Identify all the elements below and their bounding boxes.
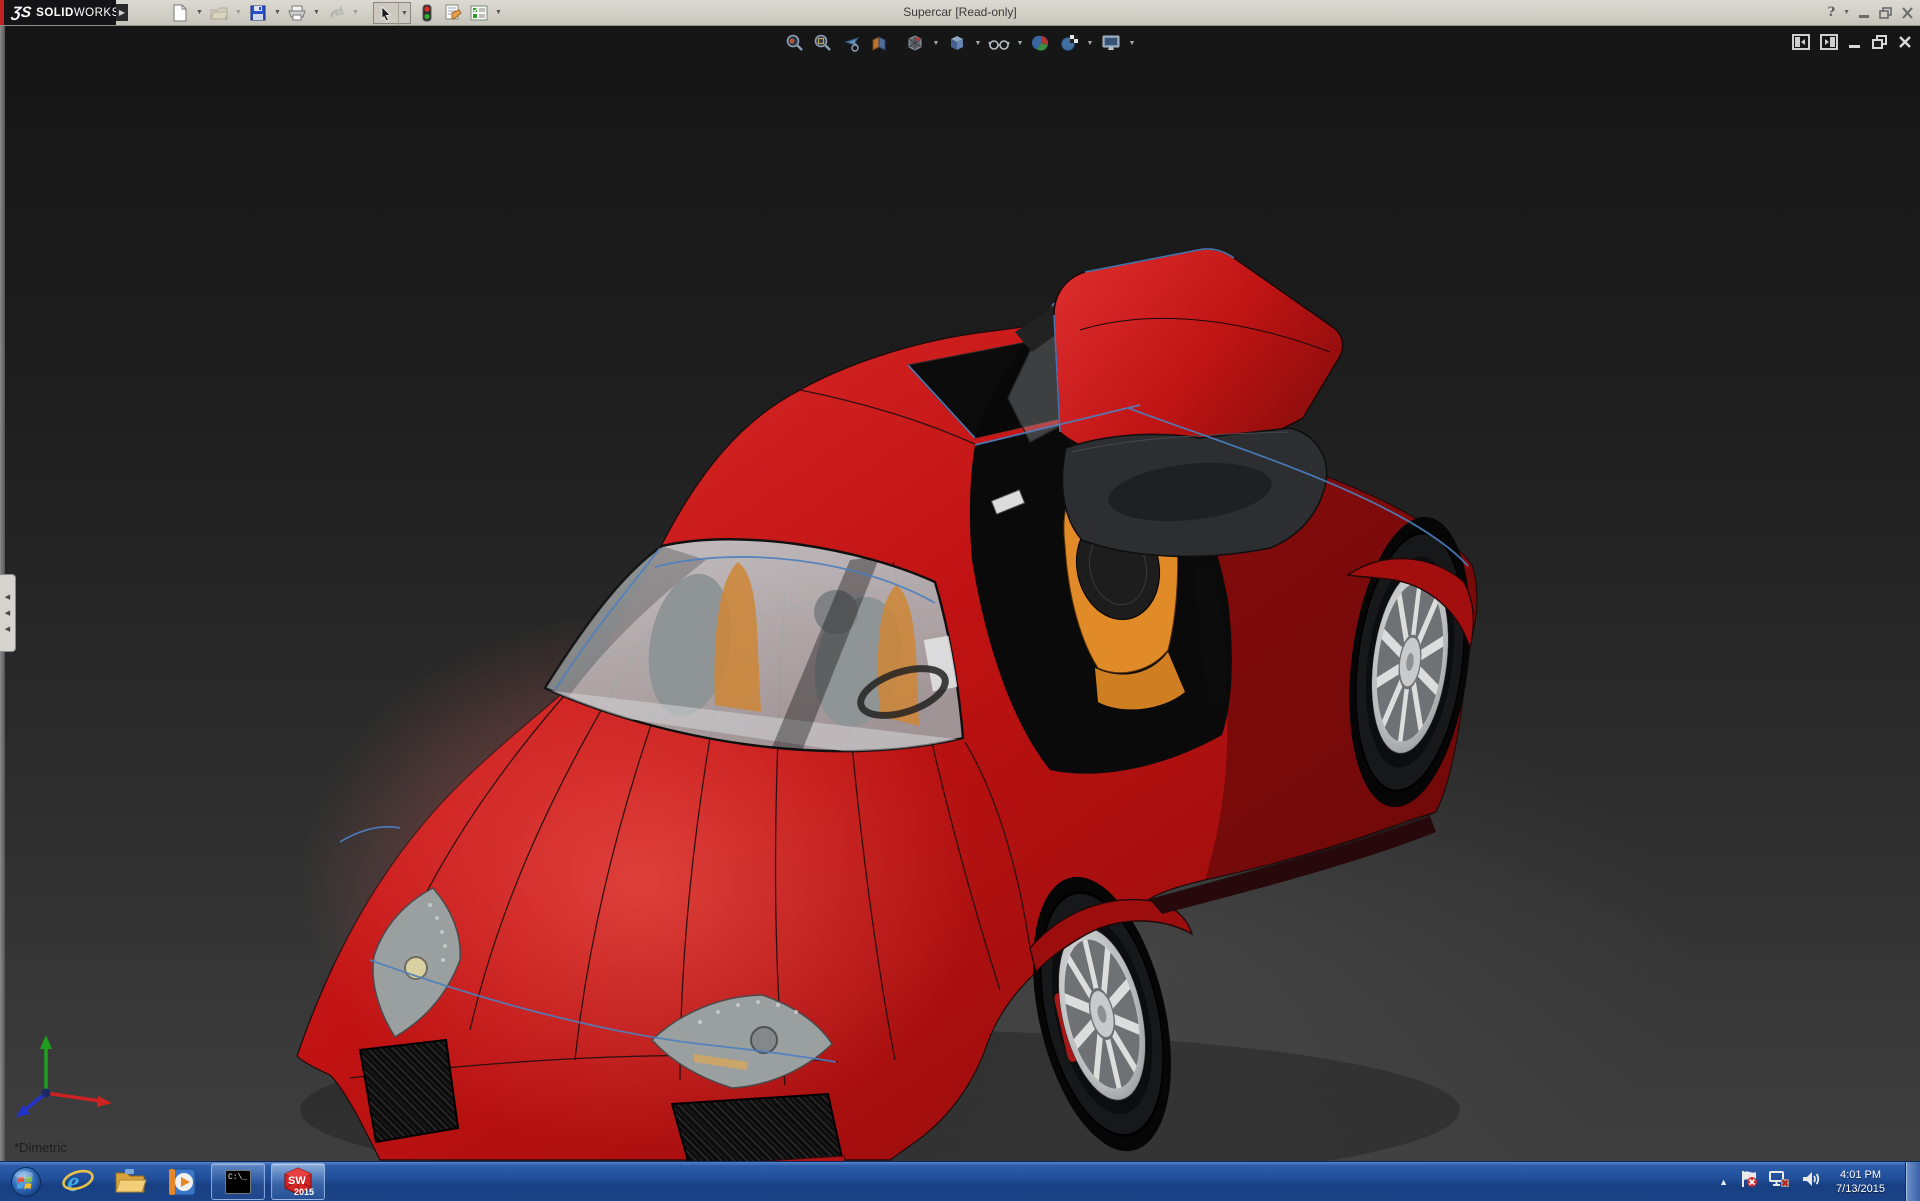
print-icon[interactable] [285,2,309,24]
volume-icon[interactable] [1800,1169,1822,1194]
model-supercar[interactable] [0,0,1920,1200]
show-hidden-icons[interactable]: ▲ [1719,1177,1728,1187]
graphics-area[interactable]: ▼ ▼ ▼ ▼ ▼ ◀ ◀ ◀ *Dimetric [0,26,1920,1190]
pane-toggle-right-icon[interactable] [1820,34,1838,50]
options-dropdown[interactable]: ▼ [493,2,504,24]
menu-expander-icon[interactable]: ▶ [116,4,128,21]
new-document-icon[interactable] [168,2,192,24]
command-prompt-icon: C:\_ [225,1169,251,1194]
save-dropdown[interactable]: ▼ [272,2,283,24]
title-bar: ƷS SOLIDWORKS ▶ Supercar [Read-only] ▼ ▼… [0,0,1920,26]
view-settings-dropdown[interactable]: ▼ [1127,40,1137,47]
print-dropdown[interactable]: ▼ [311,2,322,24]
collapse-arrow-icon: ◀ [4,594,11,601]
section-view-icon[interactable] [867,31,891,55]
standard-toolbar: ▼ ▼ ▼ ▼ ▼ ▼ ▼ [168,1,504,25]
brand-bold: SOLID [36,6,74,19]
sw-cube-letters: SW [288,1175,306,1187]
view-orientation-dropdown[interactable]: ▼ [931,40,941,47]
internet-explorer-button[interactable]: e [52,1162,104,1201]
display-style-icon[interactable] [945,31,969,55]
select-tool: ▼ [373,1,411,25]
zoom-to-fit-icon[interactable] [783,31,807,55]
reference-triad [16,1035,112,1117]
feature-manager-collapsed-tab[interactable]: ◀ ◀ ◀ [0,574,16,652]
open-icon[interactable] [207,2,231,24]
save-icon[interactable] [246,2,270,24]
doc-restore-icon[interactable] [1872,35,1888,49]
media-player-button[interactable] [156,1162,208,1201]
left-grille [358,1038,460,1144]
undo-icon[interactable] [324,2,348,24]
command-prompt-button[interactable]: C:\_ [211,1163,265,1200]
display-style-dropdown[interactable]: ▼ [973,40,983,47]
taskbar-apps: e C:\_ SW 2015 [0,1162,328,1201]
rebuild-icon[interactable] [415,2,439,24]
pane-toggle-left-icon[interactable] [1792,34,1810,50]
solidworks-logo-glyph: ƷS [10,4,33,21]
view-orientation-label: *Dimetric [14,1140,67,1155]
document-window-controls [1792,34,1912,50]
collapse-arrow-icon: ◀ [4,610,11,617]
new-document-dropdown[interactable]: ▼ [194,2,205,24]
options-icon[interactable] [467,2,491,24]
file-properties-icon[interactable] [441,2,465,24]
collapse-arrow-icon: ◀ [4,626,11,633]
start-button[interactable] [0,1162,52,1201]
app-minimize-icon[interactable] [1858,7,1871,19]
app-restore-icon[interactable] [1879,6,1893,19]
solidworks-2015-button[interactable]: SW 2015 [271,1163,325,1200]
brand-light: WORKS [73,6,120,19]
hide-show-items-dropdown[interactable]: ▼ [1015,40,1025,47]
headsup-view-toolbar: ▼ ▼ ▼ ▼ ▼ [783,31,1137,55]
apply-scene-dropdown[interactable]: ▼ [1085,40,1095,47]
clock-date: 7/13/2015 [1836,1182,1885,1195]
doc-close-icon[interactable] [1898,35,1912,49]
network-disconnected-icon[interactable] [1768,1169,1790,1194]
apply-scene-icon[interactable] [1057,31,1081,55]
view-orientation-icon[interactable] [903,31,927,55]
doc-minimize-icon[interactable] [1848,35,1862,49]
previous-view-icon[interactable] [839,31,863,55]
undo-dropdown[interactable]: ▼ [350,2,361,24]
windows-taskbar: e C:\_ SW 2015 ▲ 4:01 PM 7/13/2015 [0,1161,1920,1201]
select-cursor-icon[interactable] [374,2,399,25]
select-dropdown[interactable]: ▼ [399,3,410,25]
clock-time: 4:01 PM [1840,1168,1882,1181]
app-window-controls: ? ▼ [1827,0,1914,25]
help-icon[interactable]: ? [1827,5,1835,20]
view-settings-icon[interactable] [1099,31,1123,55]
zoom-to-area-icon[interactable] [811,31,835,55]
right-grille [670,1092,844,1170]
app-close-icon[interactable] [1901,6,1914,19]
sw-year: 2015 [294,1187,314,1197]
hide-show-items-icon[interactable] [987,31,1011,55]
edit-appearance-icon[interactable] [1029,31,1053,55]
open-dropdown[interactable]: ▼ [233,2,244,24]
taskbar-clock[interactable]: 4:01 PM 7/13/2015 [1836,1168,1885,1196]
help-dropdown[interactable]: ▼ [1843,9,1850,16]
file-explorer-button[interactable] [104,1162,156,1201]
system-tray: ▲ 4:01 PM 7/13/2015 [1719,1162,1920,1201]
action-center-icon[interactable] [1738,1169,1758,1194]
solidworks-logo: ƷS SOLIDWORKS [4,0,119,25]
show-desktop-button[interactable] [1905,1162,1920,1201]
